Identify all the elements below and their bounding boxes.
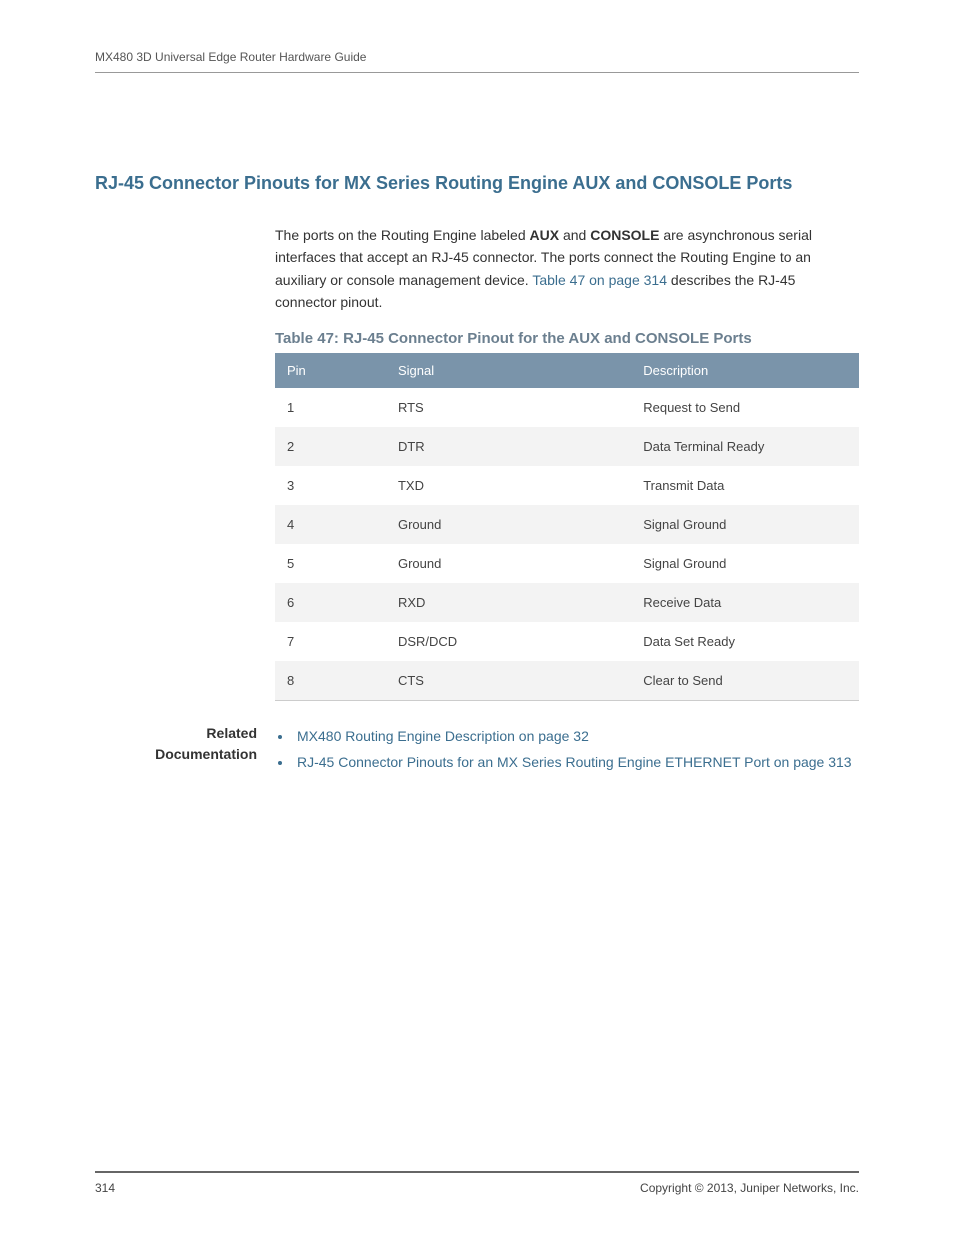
cell-pin: 2 [275,427,386,466]
running-header: MX480 3D Universal Edge Router Hardware … [95,50,859,73]
table-row: 3 TXD Transmit Data [275,466,859,505]
intro-text: The ports on the Routing Engine labeled [275,227,530,243]
section-title: RJ-45 Connector Pinouts for MX Series Ro… [95,173,859,194]
pinout-table: Pin Signal Description 1 RTS Request to … [275,353,859,701]
related-documentation-label: Related Documentation [95,723,275,776]
table-ref-link[interactable]: Table 47 on page 314 [532,272,667,288]
cell-signal: DSR/DCD [386,622,631,661]
related-documentation-list: MX480 Routing Engine Description on page… [275,723,859,776]
intro-paragraph: The ports on the Routing Engine labeled … [275,224,859,314]
cell-signal: CTS [386,661,631,701]
cell-pin: 4 [275,505,386,544]
cell-description: Receive Data [631,583,859,622]
related-link[interactable]: MX480 Routing Engine Description on page… [293,723,859,750]
cell-signal: RXD [386,583,631,622]
cell-description: Data Set Ready [631,622,859,661]
page-footer: 314 Copyright © 2013, Juniper Networks, … [95,1171,859,1195]
cell-signal: RTS [386,388,631,427]
cell-description: Signal Ground [631,544,859,583]
related-link[interactable]: RJ-45 Connector Pinouts for an MX Series… [293,749,859,776]
th-pin: Pin [275,353,386,388]
cell-signal: TXD [386,466,631,505]
cell-description: Clear to Send [631,661,859,701]
table-row: 7 DSR/DCD Data Set Ready [275,622,859,661]
related-label-line: Related [206,725,257,741]
cell-signal: Ground [386,505,631,544]
th-description: Description [631,353,859,388]
cell-signal: DTR [386,427,631,466]
intro-text: and [559,227,590,243]
copyright: Copyright © 2013, Juniper Networks, Inc. [640,1181,859,1195]
cell-pin: 1 [275,388,386,427]
cell-pin: 3 [275,466,386,505]
table-row: 6 RXD Receive Data [275,583,859,622]
table-row: 8 CTS Clear to Send [275,661,859,701]
intro-bold-aux: AUX [530,227,560,243]
cell-description: Signal Ground [631,505,859,544]
cell-signal: Ground [386,544,631,583]
table-header-row: Pin Signal Description [275,353,859,388]
cell-description: Transmit Data [631,466,859,505]
intro-bold-console: CONSOLE [590,227,659,243]
table-row: 1 RTS Request to Send [275,388,859,427]
table-caption: Table 47: RJ-45 Connector Pinout for the… [275,330,859,347]
cell-pin: 7 [275,622,386,661]
table-row: 2 DTR Data Terminal Ready [275,427,859,466]
cell-pin: 6 [275,583,386,622]
cell-description: Data Terminal Ready [631,427,859,466]
th-signal: Signal [386,353,631,388]
table-row: 5 Ground Signal Ground [275,544,859,583]
related-label-line: Documentation [155,746,257,762]
table-row: 4 Ground Signal Ground [275,505,859,544]
page-number: 314 [95,1181,115,1195]
cell-pin: 8 [275,661,386,701]
cell-pin: 5 [275,544,386,583]
cell-description: Request to Send [631,388,859,427]
